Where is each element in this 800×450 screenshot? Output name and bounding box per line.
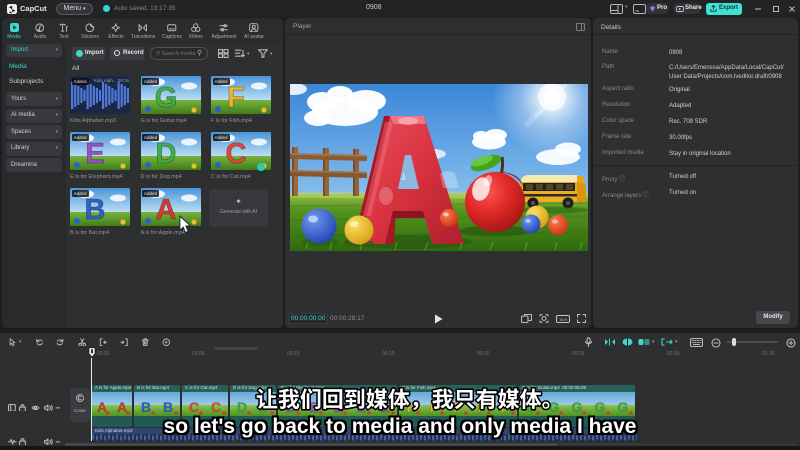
- svg-text:A: A: [155, 194, 176, 226]
- svg-text:G: G: [618, 399, 629, 415]
- svg-text:G: G: [595, 399, 606, 415]
- svg-text:F: F: [227, 82, 245, 114]
- svg-text:C: C: [189, 399, 199, 415]
- svg-text:G: G: [572, 399, 583, 415]
- svg-text:D: D: [237, 399, 247, 415]
- svg-text:C: C: [211, 399, 221, 415]
- svg-text:G: G: [154, 82, 177, 114]
- svg-text:C: C: [226, 138, 247, 170]
- svg-text:D: D: [155, 138, 176, 170]
- svg-text:A: A: [117, 399, 127, 415]
- svg-text:B: B: [163, 399, 173, 415]
- svg-text:B: B: [141, 399, 151, 415]
- svg-text:A: A: [97, 399, 107, 415]
- svg-text:B: B: [85, 194, 106, 226]
- svg-text:E: E: [85, 138, 104, 170]
